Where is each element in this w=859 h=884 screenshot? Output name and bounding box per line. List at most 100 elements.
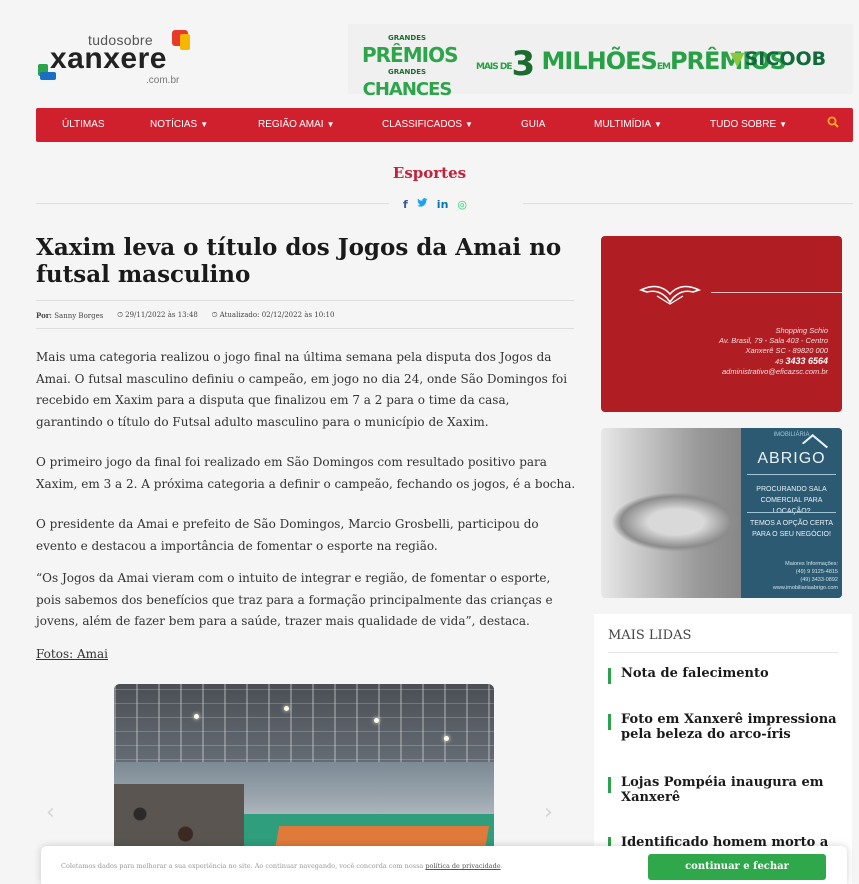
facebook-icon[interactable]: f [403,198,408,211]
nav-label: ÚLTIMAS [62,119,105,130]
updated-date: Atualizado: 02/12/2022 às 10:10 [219,311,335,319]
article-updated: 🕓︎ Atualizado: 02/12/2022 às 10:10 [212,311,335,320]
ad-line2: Av. Brasil, 79 - Sala 403 - Centro [719,336,828,345]
site-logo[interactable]: tudosobre xanxere .com.br [38,28,198,86]
article-meta: Por: Sanny Borges 🕓︎ 29/11/2022 às 13:48… [36,311,334,320]
nav-item-regiao-amai[interactable]: REGIÃO AMAI ▼ [258,108,335,142]
accent-bar [608,714,611,730]
banner-milhoes: MILHÕES [541,47,658,75]
nav-label: TUDO SOBRE [710,119,777,130]
photo-light [444,736,449,741]
chevron-down-icon: ▼ [654,120,662,129]
gallery-prev-icon[interactable]: ‹ [46,800,55,825]
chevron-down-icon: ▼ [326,120,335,129]
nav-item-classificados[interactable]: CLASSIFICADOS ▼ [382,108,473,142]
search-icon[interactable] [827,108,839,142]
author-label: Por: [36,311,53,320]
divider [36,328,574,329]
nav-item-tudo-sobre[interactable]: TUDO SOBRE ▼ [710,108,787,142]
photo-light [194,714,199,719]
main-nav: ÚLTIMAS NOTÍCIAS ▼ REGIÃO AMAI ▼ CLASSIFIC… [36,108,853,142]
eficaz-wing-logo [639,285,701,305]
banner-chances-logo: GRANDES PRÊMIOS GRANDES CHANCES [362,30,458,99]
clock-icon: 🕓︎ [117,311,123,319]
nav-item-multimidia[interactable]: MULTIMÍDIA ▼ [594,108,662,142]
site-header: tudosobre xanxere .com.br GRANDES PRÊMIO… [0,0,859,100]
photo-light [284,706,289,711]
logo-sub-text: .com.br [146,75,180,86]
nav-item-ultimas[interactable]: ÚLTIMAS [62,108,105,142]
nav-label: NOTÍCIAS [150,119,198,130]
ad-phone-row: 49 3433 6564 [719,356,828,367]
divider [608,652,838,653]
twitter-icon[interactable] [416,197,428,211]
divider [747,474,836,475]
most-read-item-text: Nota de falecimento [621,666,769,681]
cookie-period: . [500,862,503,870]
banner-mais-de: MAIS DE [476,62,513,72]
ad-text2: TEMOS A OPÇÃO CERTA PARA O SEU NEGÓCIO! [750,520,833,538]
ad-line3: Xanxerê SC - 89820 000 [745,346,828,355]
nav-label: MULTIMÍDIA [594,119,652,130]
most-read-item-text: Foto em Xanxerê impressiona pela beleza … [621,712,837,742]
most-read-item[interactable]: Nota de falecimento [608,666,838,684]
article-title: Xaxim leva o título dos Jogos da Amai no… [36,234,562,288]
article-paragraph: O primeiro jogo da final foi realizado e… [36,455,576,491]
divider [747,512,836,513]
share-icons: f in ◎ [403,194,467,214]
ad-site: www.imobiliariaabrigo.com [772,585,838,591]
article-paragraph: “Os Jogos da Amai vieram com o intuito d… [36,571,553,628]
ad-address: Shopping Schio Av. Brasil, 79 - Sala 403… [719,326,828,377]
ad-contact: Maiores Informações: (49) 9 9125-4815 (4… [773,560,838,592]
divider [523,203,853,204]
whatsapp-icon[interactable]: ◎ [457,198,467,211]
accent-bar [608,668,611,684]
most-read-item[interactable]: Foto em Xanxerê impressiona pela beleza … [608,712,838,742]
nav-label: CLASSIFICADOS [382,119,463,130]
nav-item-guia[interactable]: GUIA [521,108,545,142]
search-icon-svg [827,116,839,128]
most-read-title: MAIS LIDAS [608,628,692,643]
article-published: 🕓︎ 29/11/2022 às 13:48 [117,311,198,320]
photo-light [374,718,379,723]
photo-credit-link[interactable]: Fotos: Amai [36,647,108,661]
chevron-down-icon: ▼ [200,120,209,129]
handshake-image [611,492,741,552]
nav-item-noticias[interactable]: NOTÍCIAS ▼ [150,108,208,142]
banner-em: EM [656,62,671,72]
sicoob-text: SICOOB [744,48,827,70]
cookie-text: Coletamos dados para melhorar a sua expe… [61,862,503,870]
nav-label: REGIÃO AMAI [258,119,324,130]
ad-brand-top: IMOBILIÁRIA [773,432,810,438]
section-title[interactable]: Esportes [0,164,859,182]
banner-chances-line2: PRÊMIOS [362,43,458,67]
ad-phone: 3433 6564 [785,356,828,366]
published-date: 29/11/2022 às 13:48 [125,311,198,319]
ad-phone2: (49) 3433-0892 [800,577,838,583]
continue-and-close-button[interactable]: continuar e fechar [648,854,826,880]
most-read-item[interactable]: Lojas Pompéia inaugura em Xanxerê [608,775,838,805]
article-paragraph: O presidente da Amai e prefeito de São D… [36,517,539,553]
cookie-message: Coletamos dados para melhorar a sua expe… [61,862,424,870]
ad-line1: Shopping Schio [775,326,828,335]
article-author: Por: Sanny Borges [36,311,103,320]
ad-stripe [711,292,842,293]
ad-info-label: Maiores Informações: [785,561,838,567]
ad-panel: IMOBILIÁRIA ABRIGO PROCURANDO SALA COMER… [741,428,842,598]
author-name: Sanny Borges [54,312,104,320]
header-banner-ad[interactable]: GRANDES PRÊMIOS GRANDES CHANCES MAIS DE3… [348,24,853,99]
sidebar-ad-abrigo[interactable]: IMOBILIÁRIA ABRIGO PROCURANDO SALA COMER… [601,428,842,598]
twitter-icon-svg [416,197,428,207]
privacy-policy-link[interactable]: política de privacidade [425,862,500,870]
photo-truss [114,684,494,774]
linkedin-icon[interactable]: in [437,198,449,211]
cookie-banner: Coletamos dados para melhorar a sua expe… [41,846,847,884]
sidebar-ad-eficaz[interactable]: Shopping Schio Av. Brasil, 79 - Sala 403… [601,236,842,412]
banner-three: 3 [511,44,536,84]
chevron-down-icon: ▼ [779,120,788,129]
most-read-widget: MAIS LIDAS Nota de falecimento Foto em X… [594,614,852,884]
accent-bar [608,777,611,793]
gallery-next-icon[interactable]: › [544,800,553,825]
logo-main-text: xanxere [50,42,167,75]
divider [36,203,389,204]
